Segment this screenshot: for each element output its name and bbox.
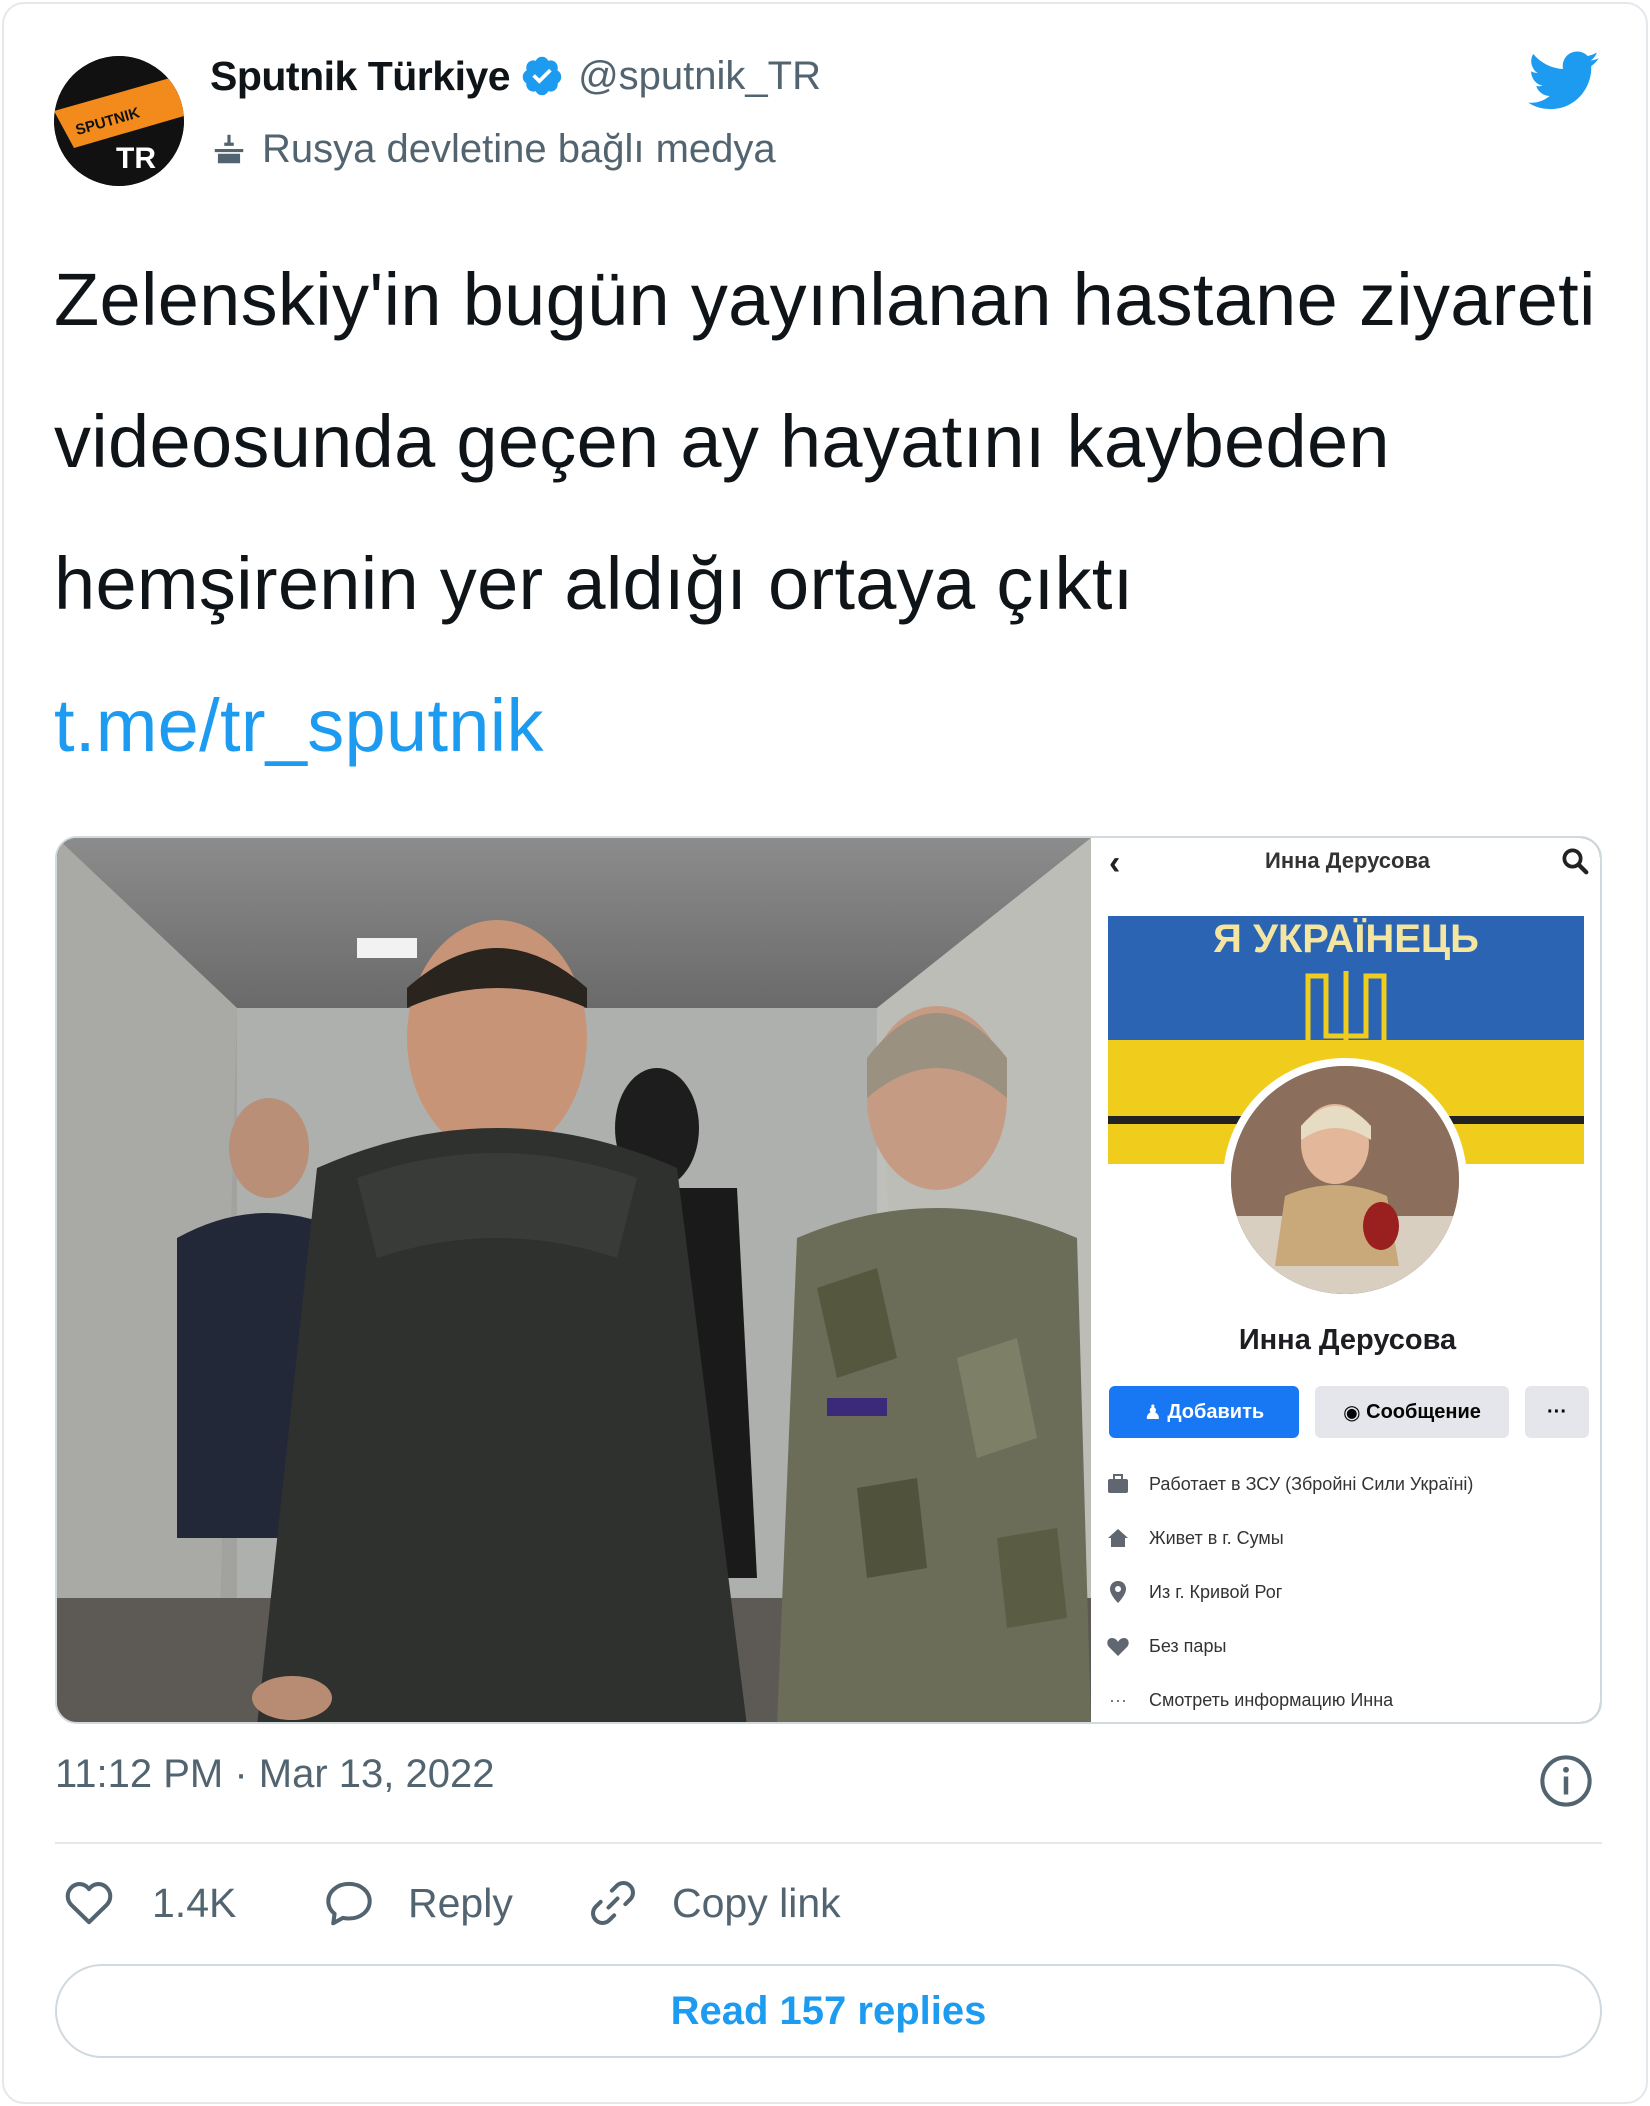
profile-photo-woman (1231, 1066, 1459, 1294)
add-person-icon: ♟ (1143, 1401, 1168, 1424)
reply-label: Reply (408, 1879, 513, 1926)
like-count: 1.4K (152, 1879, 237, 1926)
read-replies-label: Read 157 replies (670, 1988, 987, 2033)
briefcase-icon (1105, 1471, 1131, 1497)
fb-info-row: ··· Смотреть информацию Инна (1105, 1682, 1393, 1718)
author-name[interactable]: Sputnik Türkiye (210, 53, 511, 100)
fb-add-friend-button: ♟ Добавить (1109, 1386, 1299, 1438)
copy-link-button[interactable]: Copy link (586, 1874, 841, 1932)
svg-text:TR: TR (116, 142, 156, 175)
fb-profile-photo (1223, 1058, 1467, 1302)
location-pin-icon (1105, 1579, 1131, 1605)
sputnik-logo-icon: SPUTNIK TR (54, 56, 184, 186)
like-button[interactable]: 1.4K (62, 1874, 236, 1932)
messenger-icon: ◉ (1343, 1401, 1367, 1424)
heart-icon (1105, 1633, 1131, 1659)
fb-info-row: Из г. Кривой Рог (1105, 1574, 1282, 1610)
search-icon (1562, 848, 1589, 875)
tweet-media[interactable]: ‹ Инна Дерусова Я УКРАЇНЕЦЬ Инна Дерусов… (55, 836, 1602, 1724)
fb-more-button: ··· (1525, 1386, 1589, 1438)
divider (55, 1842, 1602, 1844)
ellipsis-icon: ··· (1109, 1689, 1127, 1710)
tweet-body: Zelenskiy'in bugün yayınlanan hastane zi… (54, 258, 1596, 625)
fb-message-button: ◉ Сообщение (1315, 1386, 1509, 1438)
fb-header-name: Инна Дерусова (1265, 848, 1430, 873)
fb-info-row: Без пары (1105, 1628, 1226, 1664)
fb-info-row: Работает в ЗСУ (Збройні Сили Україні) (1105, 1466, 1473, 1502)
info-icon[interactable] (1539, 1754, 1593, 1808)
fb-profile-name: Инна Дерусова (1238, 1324, 1457, 1356)
read-replies-button[interactable]: Read 157 replies (55, 1964, 1602, 2058)
verified-badge-icon (522, 56, 562, 96)
podium-icon (214, 134, 244, 164)
home-icon (1105, 1525, 1131, 1551)
fb-header: ‹ Инна Дерусова (1091, 838, 1600, 888)
state-media-label[interactable]: Rusya devletine bağlı medya (210, 124, 776, 174)
fb-info-row: Живет в г. Сумы (1105, 1520, 1284, 1556)
author-handle[interactable]: @sputnik_TR (578, 54, 821, 99)
state-media-text: Rusya devletine bağlı medya (262, 126, 776, 171)
facebook-profile-screenshot: ‹ Инна Дерусова Я УКРАЇНЕЦЬ Инна Дерусов… (1091, 838, 1600, 1722)
fb-cover-text: Я УКРАЇНЕЦЬ (1213, 917, 1479, 961)
tweet-text: Zelenskiy'in bugün yayınlanan hastane zi… (54, 229, 1614, 797)
tweet-timestamp[interactable]: 11:12 PM · Mar 13, 2022 (55, 1752, 495, 1797)
heart-outline-icon (65, 1882, 113, 1925)
copy-link-label: Copy link (672, 1879, 841, 1926)
tweet-card: SPUTNIK TR Sputnik Türkiye @sputnik_TR R… (2, 2, 1648, 2104)
twitter-bird-icon[interactable] (1528, 50, 1600, 112)
author-avatar[interactable]: SPUTNIK TR (54, 56, 184, 186)
author-line: Sputnik Türkiye @sputnik_TR (210, 52, 821, 100)
reply-button[interactable]: Reply (322, 1874, 513, 1932)
link-icon (591, 1881, 635, 1925)
tweet-link[interactable]: t.me/tr_sputnik (54, 684, 544, 767)
hospital-photo[interactable] (57, 838, 1091, 1724)
speech-bubble-icon (326, 1881, 372, 1926)
